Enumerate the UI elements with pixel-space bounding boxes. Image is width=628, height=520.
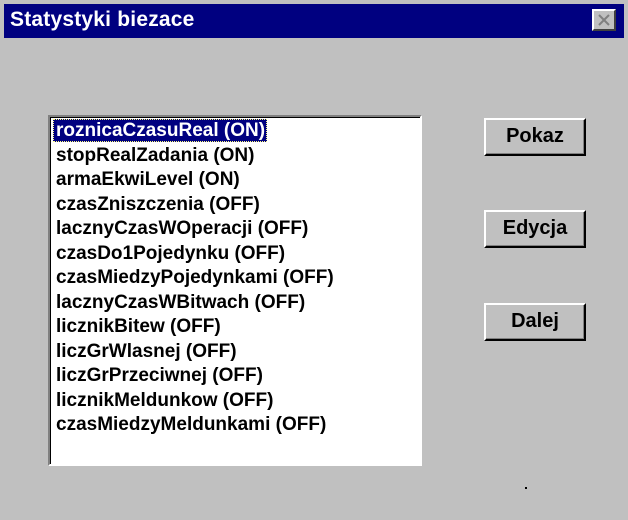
statystyki-dialog: Statystyki biezace roznicaCzasuReal (ON)… <box>0 0 628 520</box>
list-item[interactable]: czasMiedzyPojedynkami (OFF) <box>53 266 336 289</box>
list-item[interactable]: lacznyCzasWBitwach (OFF) <box>53 291 307 314</box>
list-item[interactable]: czasDo1Pojedynku (OFF) <box>53 242 287 265</box>
list-item[interactable]: liczGrPrzeciwnej (OFF) <box>53 364 265 387</box>
list-item[interactable]: roznicaCzasuReal (ON) <box>53 119 268 142</box>
list-item[interactable]: licznikMeldunkow (OFF) <box>53 389 275 412</box>
list-item[interactable]: lacznyCzasWOperacji (OFF) <box>53 217 310 240</box>
list-item[interactable]: armaEkwiLevel (ON) <box>53 168 242 191</box>
close-icon <box>598 14 610 26</box>
list-item[interactable]: czasZniszczenia (OFF) <box>53 193 262 216</box>
pokaz-button[interactable]: Pokaz <box>484 118 586 156</box>
dalej-button[interactable]: Dalej <box>484 303 586 341</box>
stray-dot <box>525 487 527 489</box>
list-item[interactable]: liczGrWlasnej (OFF) <box>53 340 239 363</box>
close-button[interactable] <box>592 9 616 31</box>
title-bar[interactable]: Statystyki biezace <box>4 4 624 38</box>
edycja-button[interactable]: Edycja <box>484 210 586 248</box>
list-item[interactable]: licznikBitew (OFF) <box>53 315 223 338</box>
list-item[interactable]: czasMiedzyMeldunkami (OFF) <box>53 413 328 436</box>
listbox-content: roznicaCzasuReal (ON) stopRealZadania (O… <box>50 117 420 464</box>
list-item[interactable]: stopRealZadania (ON) <box>53 144 256 167</box>
statistics-listbox[interactable]: roznicaCzasuReal (ON) stopRealZadania (O… <box>48 115 422 466</box>
window-title: Statystyki biezace <box>10 8 195 31</box>
